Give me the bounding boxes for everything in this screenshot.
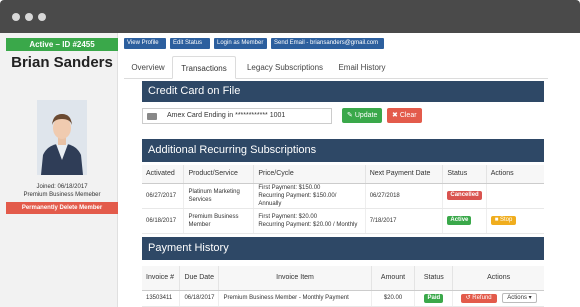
check-icon: ✎ [347,112,355,119]
table-row: 06/27/2017 Platinum Marketing Services F… [142,183,544,209]
activated-cell: 06/18/2017 [142,208,185,234]
view-profile-label: View Profile [127,40,159,46]
status-badge: Active [447,216,472,225]
refund-label: Refund [472,295,492,301]
actions-dropdown-label: Actions [507,295,527,301]
send-email-label: Send Email - briansanders@gmail.com [274,40,379,46]
credit-card-value: Amex Card Ending in ************ 1001 [167,112,286,119]
first-payment: First Payment: $20.00 [258,213,318,220]
actions-cell: ■ Stop [486,208,544,234]
product-cell: Platinum Marketing Services [183,183,255,209]
column-header: Invoice # [142,266,181,291]
credit-card-icon [147,113,157,120]
view-profile-button[interactable]: View Profile [124,38,166,49]
price-cell: First Payment: $150.00 Recurring Payment… [253,183,366,209]
actions-dropdown[interactable]: Actions ▾ [502,293,537,303]
edit-status-button[interactable]: Edit Status [170,38,210,49]
credit-card-field[interactable]: Amex Card Ending in ************ 1001 [142,108,332,124]
column-header: Status [442,165,487,184]
due-date-cell: 06/18/2017 [179,290,220,307]
tab-legacy-subscriptions[interactable]: Legacy Subscriptions [238,56,332,79]
column-header: Status [414,266,454,291]
member-tabs: Overview Transactions Legacy Subscriptio… [124,56,548,79]
column-header: Next Payment Date [365,165,444,184]
update-card-label: Update [354,112,378,119]
table-row: 13503411 06/18/2017 Premium Business Mem… [142,290,544,307]
column-header: Price/Cycle [253,165,366,184]
subscriptions-table: Activated Product/Service Price/Cycle Ne… [142,165,544,234]
send-email-button[interactable]: Send Email - briansanders@gmail.com [271,38,384,49]
status-cell: Cancelled [442,183,487,209]
window-minimize-dot[interactable] [25,13,33,21]
column-header: Due Date [179,266,220,291]
payments-header-row: Invoice # Due Date Invoice Item Amount S… [142,266,544,291]
next-payment-cell: 06/27/2018 [365,183,444,209]
column-header: Actions [452,266,544,291]
status-cell: Paid [414,290,454,307]
profile-sidebar: Active – ID #2455 Brian Sanders Joined: … [0,33,118,307]
clear-card-button[interactable]: ✖ Clear [387,108,422,123]
column-header: Activated [142,165,185,184]
member-avatar [37,100,87,175]
status-badge: Cancelled [447,191,482,200]
member-joined-info: Joined: 06/18/2017 Premium Business Meme… [0,183,124,199]
status-cell: Active [442,208,487,234]
payment-history-section-title: Payment History [142,237,544,260]
activated-cell: 06/27/2017 [142,183,185,209]
credit-card-section-title: Credit Card on File [142,81,544,102]
window-close-dot[interactable] [12,13,20,21]
actions-cell [486,183,544,209]
joined-date: 06/18/2017 [57,184,88,190]
credit-card-row: Amex Card Ending in ************ 1001 ✎ … [142,108,544,126]
actions-cell: ↺ Refund Actions ▾ [452,290,544,307]
clear-card-label: Clear [399,112,417,119]
refund-button[interactable]: ↺ Refund [460,294,497,303]
window-titlebar [0,0,580,33]
stop-label: Stop [500,217,513,223]
delete-member-button[interactable]: Permanently Delete Member [6,202,118,214]
next-payment-cell: 7/18/2017 [365,208,444,234]
update-card-button[interactable]: ✎ Update [342,108,383,123]
avatar-photo [37,100,87,175]
window-maximize-dot[interactable] [38,13,46,21]
recurring-payment: Recurring Payment: $20.00 / Monthly [258,221,358,228]
joined-label: Joined: [36,184,56,190]
member-plan: Premium Business Memeber [23,192,101,198]
trash-icon: ✖ [392,112,400,119]
column-header: Actions [486,165,544,184]
login-as-member-button[interactable]: Login as Member [214,38,267,49]
product-cell: Premium Business Member [183,208,255,234]
column-header: Invoice Item [218,266,372,291]
app-content: Active – ID #2455 Brian Sanders Joined: … [0,33,580,307]
edit-status-label: Edit Status [173,40,203,46]
chevron-down-icon: ▾ [528,295,532,301]
column-header: Amount [371,266,416,291]
payment-history-table: Invoice # Due Date Invoice Item Amount S… [142,266,544,307]
invoice-number-cell: 13503411 [142,290,181,307]
status-badge: Paid [424,293,444,303]
member-status-badge: Active – ID #2455 [6,38,118,51]
table-row: 06/18/2017 Premium Business Member First… [142,208,544,234]
invoice-item-cell: Premium Business Member - Monthly Paymen… [218,290,372,307]
subscriptions-header-row: Activated Product/Service Price/Cycle Ne… [142,165,544,184]
column-header: Product/Service [183,165,255,184]
subscriptions-section-title: Additional Recurring Subscriptions [142,139,544,162]
tab-email-history[interactable]: Email History [330,56,394,79]
first-payment: First Payment: $150.00 [258,184,321,191]
amount-cell: $20.00 [371,290,416,307]
member-name: Brian Sanders [11,54,113,71]
tab-overview[interactable]: Overview [124,56,172,79]
login-as-member-label: Login as Member [217,40,264,46]
stop-subscription-button[interactable]: ■ Stop [490,216,517,225]
price-cell: First Payment: $20.00 Recurring Payment:… [253,208,366,234]
recurring-payment: Recurring Payment: $150.00/ Annually [258,192,337,207]
tab-transactions[interactable]: Transactions [172,56,236,79]
